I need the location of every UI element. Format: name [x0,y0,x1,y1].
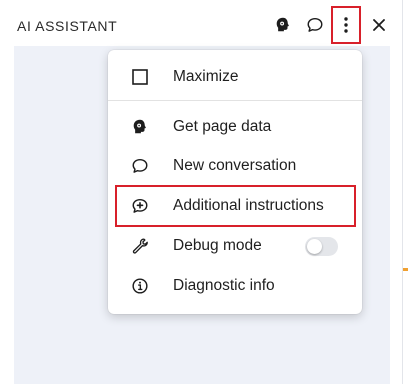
chat-plus-icon [130,196,150,216]
panel-title: AI ASSISTANT [17,18,118,34]
menu-item-get-page-data[interactable]: Get page data [108,109,362,145]
more-vertical-icon [344,17,348,33]
menu-item-diagnostic-info[interactable]: Diagnostic info [108,268,362,304]
close-button[interactable] [366,11,392,39]
chat-bubble-icon [307,17,323,32]
panel-header: AI ASSISTANT [0,0,402,52]
wrench-icon [130,236,150,256]
menu-divider [108,100,362,101]
menu-item-new-conversation[interactable]: New conversation [108,148,362,184]
info-circle-icon [130,276,150,296]
menu-item-maximize[interactable]: Maximize [108,59,362,95]
background-accent [403,268,408,271]
menu-item-label: New conversation [173,157,297,174]
debug-mode-toggle[interactable] [305,237,338,256]
square-icon [130,67,150,87]
close-icon [373,19,385,31]
menu-item-label: Get page data [173,118,272,135]
chat-button[interactable] [302,11,328,39]
menu-item-label: Debug mode [173,237,262,254]
menu-item-additional-instructions[interactable]: Additional instructions [108,188,362,224]
bot-button[interactable] [270,11,296,39]
menu-item-label: Diagnostic info [173,277,275,294]
more-options-button[interactable] [331,6,361,44]
chat-bubble-icon [130,156,150,176]
bot-head-icon [130,117,150,137]
menu-item-label: Maximize [173,68,239,85]
bot-icon [276,17,289,32]
toggle-knob [307,239,322,254]
menu-item-label: Additional instructions [173,197,324,214]
